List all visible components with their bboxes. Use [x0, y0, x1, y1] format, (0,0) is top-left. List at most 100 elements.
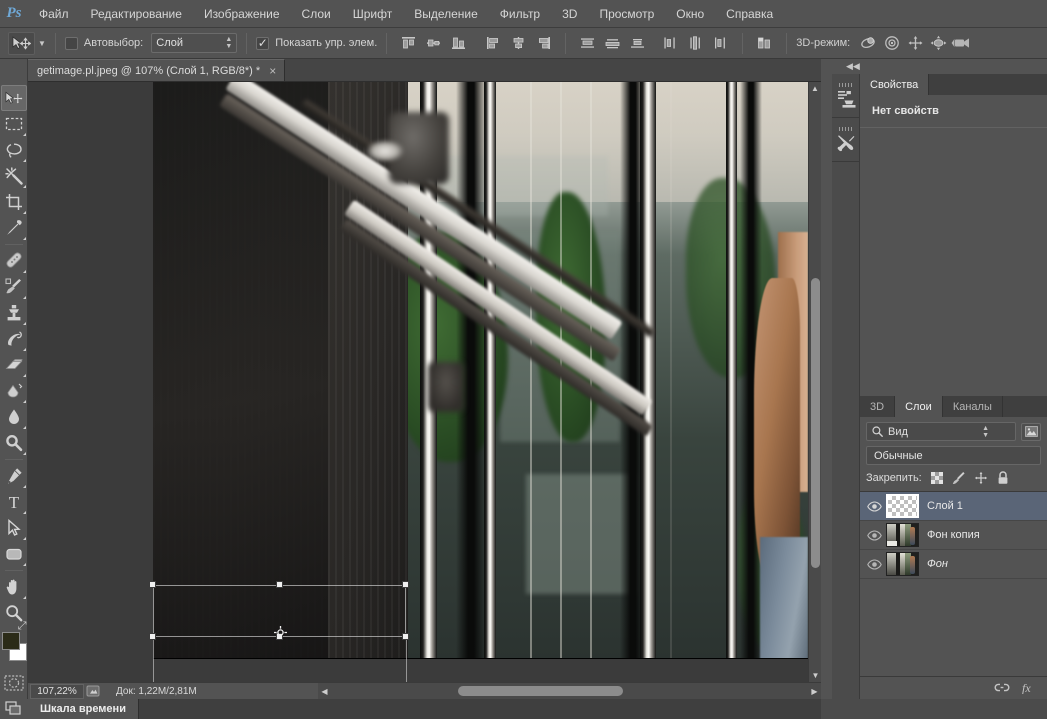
layer-name[interactable]: Слой 1	[927, 500, 963, 512]
path-selection-tool[interactable]	[1, 515, 27, 541]
filter-image-icon[interactable]	[1021, 422, 1041, 441]
document-image[interactable]	[153, 82, 808, 659]
scroll-down-arrow-icon[interactable]: ▼	[809, 669, 822, 682]
show-transform-controls-checkbox[interactable]	[256, 36, 270, 50]
menu-edit[interactable]: Редактирование	[80, 0, 193, 28]
lock-position-icon[interactable]	[974, 471, 988, 485]
lasso-tool[interactable]	[1, 137, 27, 163]
scroll-left-arrow-icon[interactable]: ◀	[318, 683, 331, 699]
tab-properties[interactable]: Свойства	[860, 74, 930, 95]
align-top-edges-icon[interactable]	[398, 33, 419, 54]
tool-preset-chevron-down-icon[interactable]: ▼	[38, 39, 46, 48]
orbit-3d-icon[interactable]	[858, 33, 881, 54]
layer-name[interactable]: Фон	[927, 558, 948, 570]
table-row[interactable]: Фон	[860, 550, 1047, 579]
autoselect-scope-select[interactable]: Слой ▲ ▼	[151, 33, 238, 53]
link-layers-icon[interactable]	[994, 682, 1010, 693]
layer-thumbnail[interactable]	[886, 552, 919, 576]
blend-mode-select[interactable]: Обычные	[866, 446, 1041, 465]
layer-visibility-eye-icon[interactable]	[862, 521, 886, 550]
screen-mode-icon[interactable]	[0, 699, 28, 719]
canvas-horizontal-scroll-thumb[interactable]	[458, 686, 623, 696]
document-tab[interactable]: getimage.pl.jpeg @ 107% (Слой 1, RGB/8*)…	[28, 59, 286, 81]
canvas-area[interactable]	[28, 82, 821, 682]
menu-type[interactable]: Шрифт	[342, 0, 403, 28]
transform-handle-top-right[interactable]	[402, 581, 409, 588]
stepper-icon[interactable]: ▲ ▼	[225, 36, 232, 50]
clone-stamp-tool[interactable]	[1, 300, 27, 326]
close-icon[interactable]: ×	[269, 65, 276, 77]
transform-handle-top-left[interactable]	[149, 581, 156, 588]
layer-thumbnail[interactable]	[886, 523, 919, 547]
canvas-horizontal-scrollbar[interactable]: ◀ ▶	[318, 683, 821, 699]
menu-view[interactable]: Просмотр	[588, 0, 665, 28]
current-tool-preset[interactable]	[8, 31, 35, 55]
menu-file[interactable]: Файл	[28, 0, 80, 28]
distribute-horizontal-centers-icon[interactable]	[685, 33, 706, 54]
rectangular-marquee-tool[interactable]	[1, 111, 27, 137]
lock-transparent-pixels-icon[interactable]	[930, 471, 944, 485]
crop-tool[interactable]	[1, 189, 27, 215]
tab-layers[interactable]: Слои	[895, 396, 943, 417]
stepper-icon[interactable]: ▲ ▼	[982, 425, 989, 439]
distribute-vertical-centers-icon[interactable]	[602, 33, 623, 54]
scale-3d-icon[interactable]	[950, 33, 973, 54]
menu-filter[interactable]: Фильтр	[489, 0, 551, 28]
scroll-up-arrow-icon[interactable]: ▲	[809, 82, 821, 95]
autoselect-checkbox[interactable]	[64, 36, 78, 50]
menu-help[interactable]: Справка	[715, 0, 784, 28]
distribute-right-edges-icon[interactable]	[710, 33, 731, 54]
table-row[interactable]: Фон копия	[860, 521, 1047, 550]
roll-3d-icon[interactable]	[881, 33, 904, 54]
menu-layers[interactable]: Слои	[291, 0, 342, 28]
rectangle-tool[interactable]	[1, 541, 27, 567]
foreground-color-swatch[interactable]	[1, 632, 20, 650]
history-brush-tool[interactable]	[1, 326, 27, 352]
align-horizontal-centers-icon[interactable]	[508, 33, 529, 54]
menu-window[interactable]: Окно	[665, 0, 715, 28]
tab-timeline[interactable]: Шкала времени	[28, 699, 139, 719]
transform-handle-bottom-right[interactable]	[402, 633, 409, 640]
transform-handle-top-center[interactable]	[276, 581, 283, 588]
blur-tool[interactable]	[1, 404, 27, 430]
slide-3d-icon[interactable]	[927, 33, 950, 54]
menu-image[interactable]: Изображение	[193, 0, 291, 28]
layer-style-fx-icon[interactable]: fx	[1021, 681, 1037, 694]
gradient-tool[interactable]	[1, 378, 27, 404]
align-left-edges-icon[interactable]	[483, 33, 504, 54]
quick-mask-icon[interactable]	[3, 674, 24, 692]
dodge-tool[interactable]	[1, 430, 27, 456]
document-thumbnail-icon[interactable]	[84, 684, 102, 699]
align-bottom-edges-icon[interactable]	[448, 33, 469, 54]
table-row[interactable]: Слой 1	[860, 492, 1047, 521]
menu-3d[interactable]: 3D	[551, 0, 588, 28]
pan-3d-icon[interactable]	[904, 33, 927, 54]
canvas-vertical-scrollbar[interactable]: ▲ ▼	[808, 82, 821, 682]
magic-wand-tool[interactable]	[1, 163, 27, 189]
transform-handle-bottom-left[interactable]	[149, 633, 156, 640]
horizontal-type-tool[interactable]: T	[1, 489, 27, 515]
tab-channels[interactable]: Каналы	[943, 396, 1003, 417]
reference-point-icon[interactable]	[274, 626, 287, 639]
zoom-level-input[interactable]: 107,22%	[30, 683, 84, 699]
hand-tool[interactable]	[1, 574, 27, 600]
adjustments-panel-icon[interactable]	[832, 74, 860, 118]
pen-tool[interactable]	[1, 463, 27, 489]
panel-grip-icon[interactable]	[839, 82, 853, 87]
scroll-right-arrow-icon[interactable]: ▶	[808, 683, 821, 699]
lock-all-icon[interactable]	[996, 471, 1010, 485]
layer-thumbnail[interactable]	[886, 494, 919, 518]
panel-grip-icon[interactable]	[839, 126, 853, 131]
eyedropper-tool[interactable]	[1, 215, 27, 241]
tools-presets-panel-icon[interactable]	[832, 118, 860, 162]
layer-filter-select[interactable]: Вид ▲ ▼	[866, 422, 1016, 441]
spot-healing-brush-tool[interactable]	[1, 248, 27, 274]
layer-visibility-eye-icon[interactable]	[862, 492, 886, 521]
lock-image-pixels-icon[interactable]	[952, 471, 966, 485]
layer-visibility-eye-icon[interactable]	[862, 550, 886, 579]
tab-3d[interactable]: 3D	[860, 396, 896, 417]
distribute-top-edges-icon[interactable]	[577, 33, 598, 54]
layer-name[interactable]: Фон копия	[927, 529, 980, 541]
distribute-bottom-edges-icon[interactable]	[627, 33, 648, 54]
auto-align-layers-icon[interactable]	[754, 33, 775, 54]
